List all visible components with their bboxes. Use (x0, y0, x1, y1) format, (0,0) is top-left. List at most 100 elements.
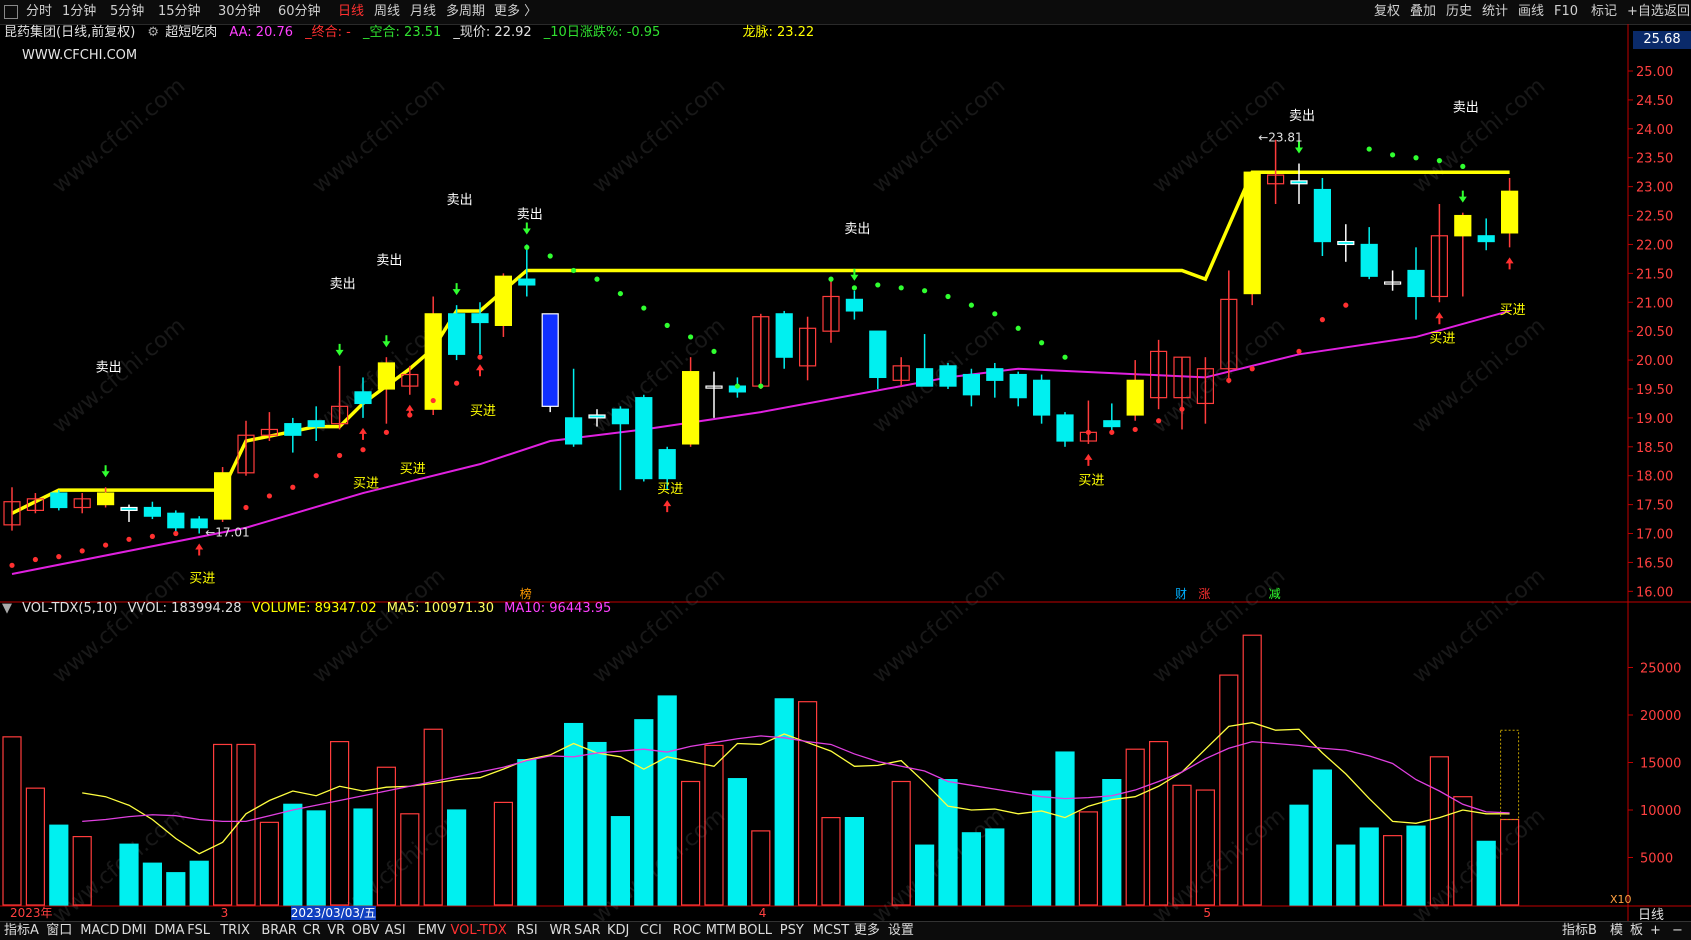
period-tab[interactable]: 多周期 (446, 3, 485, 21)
sell-arrow-icon (522, 222, 531, 235)
period-tab[interactable]: 月线 (410, 3, 436, 21)
indicator-tab[interactable]: 设置 (888, 922, 914, 940)
watermark-text: www.cfchi.com (48, 563, 190, 688)
indicator-tab[interactable]: BOLL (739, 922, 772, 940)
volume-bar (189, 860, 209, 906)
indicator-tab[interactable]: DMA (154, 922, 184, 940)
toolbar-button[interactable]: 复权 (1374, 3, 1400, 21)
indicator-right-button[interactable]: 模 (1610, 922, 1623, 940)
indicator-tab[interactable]: SAR (574, 922, 600, 940)
watermark-text: www.cfchi.com (868, 563, 1010, 688)
price-tick-label: 18.50 (1636, 441, 1673, 456)
indicator-right-button[interactable]: − (1672, 922, 1683, 940)
indicator-tab[interactable]: MACD (80, 922, 119, 940)
price-tick-label: 18.00 (1636, 470, 1673, 485)
candle-body (845, 298, 864, 312)
sar-dot (1296, 348, 1302, 355)
sar-dot (56, 554, 62, 560)
period-tab[interactable]: 30分钟 (218, 3, 261, 21)
period-tab[interactable]: 60分钟 (278, 3, 321, 21)
price-tick-label: 16.50 (1636, 556, 1673, 571)
candle-body (448, 313, 466, 355)
volume-bar (306, 810, 326, 906)
sell-label: 卖出 (330, 277, 356, 292)
toolbar-button[interactable]: +自选 (1627, 3, 1664, 21)
collapse-icon[interactable]: ▼ (2, 601, 12, 616)
toolbar-button[interactable]: F10 (1554, 3, 1578, 21)
candle-body (494, 275, 512, 326)
sar-dot (758, 383, 764, 389)
volume-info-line: ▼ VOL-TDX(5,10) VVOL: 183994.28 VOLUME: … (0, 600, 617, 618)
candle-body (564, 417, 583, 445)
toolbar-button[interactable]: 历史 (1446, 3, 1472, 21)
indicator-tab[interactable]: VOL-TDX (451, 922, 507, 940)
sar-dot (1179, 406, 1185, 412)
indicator-tab[interactable]: KDJ (607, 922, 629, 940)
candle-body (471, 313, 489, 324)
extreme-price-label: ←23.81 (1258, 131, 1302, 145)
buy-label: 买进 (657, 482, 683, 497)
indicator-right-button[interactable]: 指标B (1562, 922, 1597, 940)
indicator-tab[interactable]: PSY (780, 922, 804, 940)
stock-chart[interactable]: www.cfchi.com www.cfchi.com www.cfchi.com w… (0, 24, 1691, 921)
indicator-tab[interactable]: MCST (813, 922, 850, 940)
volume-tick-label: 20000 (1640, 709, 1681, 724)
buy-arrow-icon (1084, 453, 1093, 466)
period-tab[interactable]: 分时 (26, 3, 52, 21)
indicator-right-button[interactable]: + (1650, 922, 1661, 940)
volume-bar (49, 824, 69, 906)
date-label: 3 (220, 906, 229, 920)
indicator-tab[interactable]: DMI (122, 922, 147, 940)
period-tab[interactable]: 日线 (338, 3, 364, 21)
period-tab[interactable]: 1分钟 (62, 3, 96, 21)
candle-body (1500, 190, 1519, 234)
price-tick-label: 25.00 (1636, 65, 1673, 80)
sar-dot (337, 452, 343, 459)
indicator-tab[interactable]: CCI (640, 922, 662, 940)
watermark-text: www.cfchi.com (48, 313, 190, 438)
indicator-tab[interactable]: 指标A (4, 922, 39, 940)
indicator-tab[interactable]: 更多 (854, 922, 880, 940)
sar-dot (922, 288, 928, 294)
indicator-tab[interactable]: MTM (706, 922, 736, 940)
candle-body (986, 368, 1004, 381)
sar-dot (103, 542, 109, 548)
candle-body (775, 313, 793, 358)
candle-body (1103, 420, 1121, 428)
indicator-tab[interactable]: VR (327, 922, 345, 940)
indicator-tab[interactable]: ASI (385, 922, 406, 940)
candle-body (681, 371, 700, 445)
indicator-tab[interactable]: BRAR (261, 922, 296, 940)
watermark-text: www.cfchi.com (308, 73, 450, 198)
toolbar-button[interactable]: 返回 (1664, 3, 1690, 21)
indicator-tab[interactable]: 窗口 (46, 922, 72, 940)
price-tick-label: 20.00 (1636, 354, 1673, 369)
indicator-tab[interactable]: WR (550, 922, 572, 940)
candle-body (588, 414, 606, 419)
indicator-tab[interactable]: ROC (673, 922, 701, 940)
period-tab[interactable]: 5分钟 (110, 3, 144, 21)
indicator-tab[interactable]: OBV (352, 922, 380, 940)
sell-label: 卖出 (844, 222, 870, 237)
volume-bar (1336, 844, 1356, 906)
volume-bar (119, 843, 139, 906)
candle-body (635, 397, 653, 480)
indicator-tab[interactable]: RSI (517, 922, 538, 940)
sar-dot (1460, 163, 1466, 170)
toolbar-button[interactable]: 叠加 (1410, 3, 1436, 21)
volume-bar (236, 743, 256, 906)
toolbar-button[interactable]: 标记 (1591, 3, 1617, 21)
period-tab[interactable]: 更多 〉 (494, 3, 537, 21)
window-menu-icon[interactable] (4, 5, 18, 19)
indicator-tab[interactable]: TRIX (220, 922, 250, 940)
period-tab[interactable]: 周线 (374, 3, 400, 21)
indicator-tab[interactable]: EMV (418, 922, 446, 940)
toolbar-button[interactable]: 画线 (1518, 3, 1544, 21)
volume-bar (657, 695, 677, 906)
volume-bar (353, 808, 373, 906)
period-tab[interactable]: 15分钟 (158, 3, 201, 21)
indicator-tab[interactable]: FSL (187, 922, 210, 940)
indicator-tab[interactable]: CR (303, 922, 321, 940)
indicator-right-button[interactable]: 板 (1630, 922, 1643, 940)
toolbar-button[interactable]: 统计 (1482, 3, 1508, 21)
